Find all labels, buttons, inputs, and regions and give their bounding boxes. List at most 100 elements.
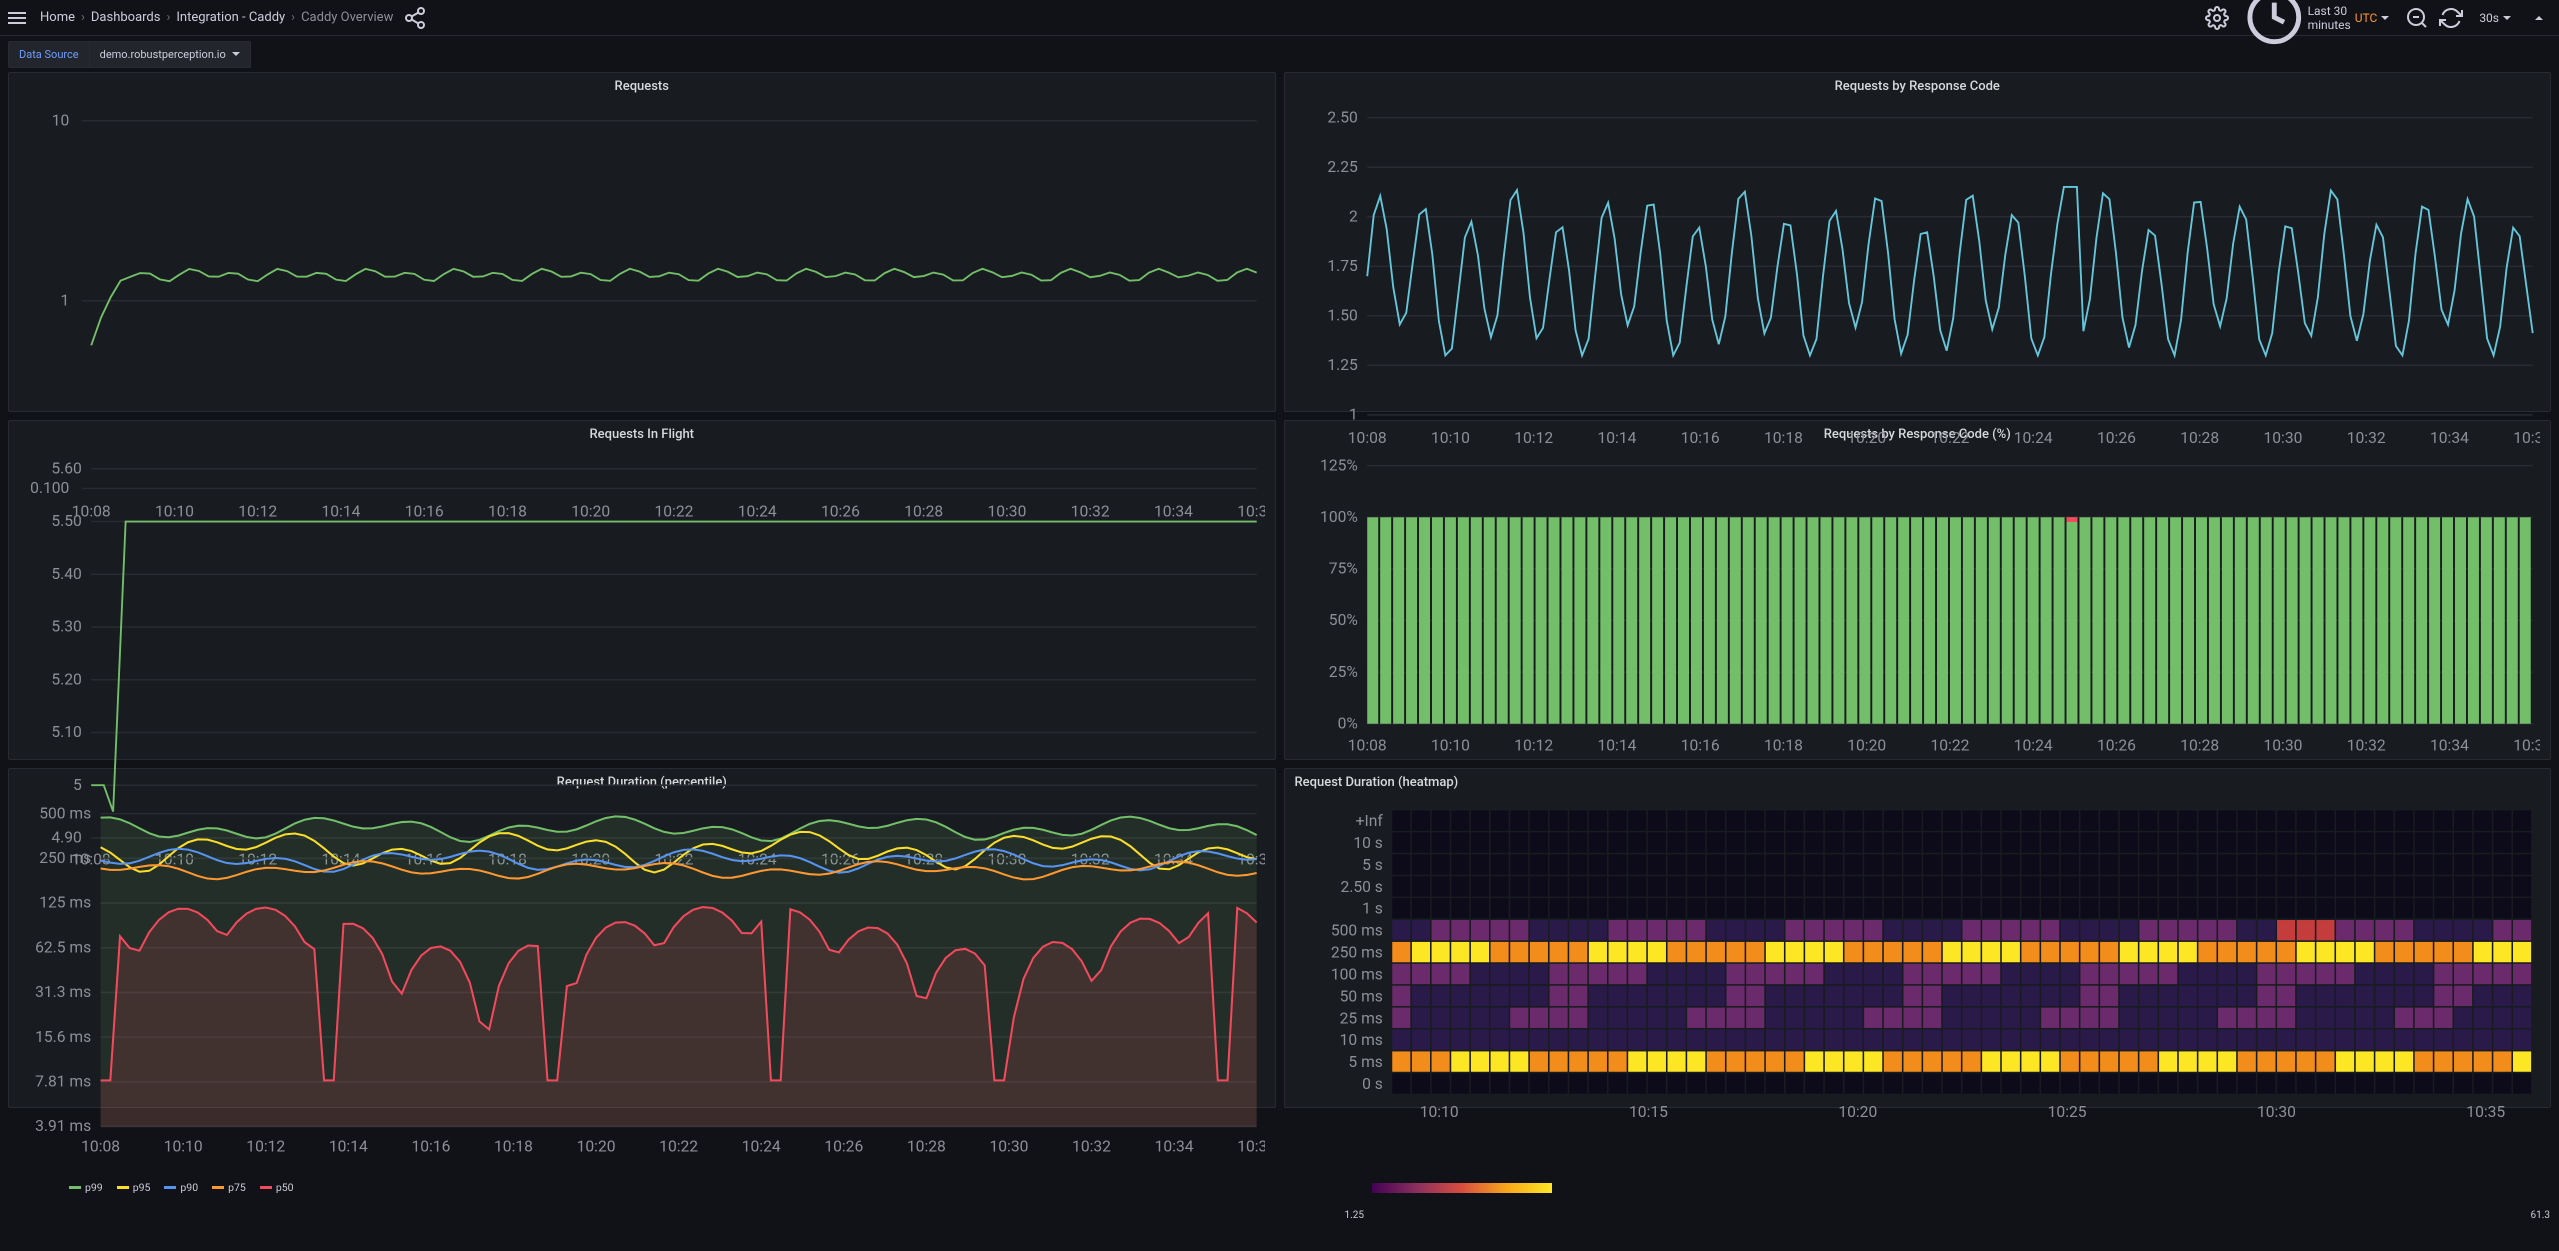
svg-text:10:32: 10:32 [1072,1137,1111,1156]
svg-text:3.91 ms: 3.91 ms [35,1116,91,1135]
variable-bar: Data Source demo.robustperception.io [0,36,2559,72]
breadcrumb-current: Caddy Overview [301,10,393,25]
legend-duration-pct: p99 p95 p90 p75 p50 [9,1177,1275,1200]
svg-text:10:12: 10:12 [246,1137,285,1156]
svg-text:10:28: 10:28 [907,1137,946,1156]
svg-text:10:14: 10:14 [329,1137,368,1156]
svg-text:10: 10 [52,110,70,129]
svg-text:125%: 125% [1320,455,1358,474]
scale-min: 1.25 [1345,1210,1365,1221]
clock-icon [2245,0,2304,47]
svg-text:10:26: 10:26 [2096,735,2135,754]
breadcrumb-sep: › [291,10,295,25]
scale-max: 61.3 [2531,1210,2551,1221]
svg-text:1.50: 1.50 [1327,305,1357,324]
svg-text:7.81 ms: 7.81 ms [35,1072,91,1091]
svg-text:1.25: 1.25 [1327,355,1358,374]
legend-item[interactable]: p50 [260,1181,294,1194]
svg-text:50 ms: 50 ms [1339,986,1382,1005]
datasource-select[interactable]: demo.robustperception.io [90,41,251,68]
variable-label: Data Source [8,41,90,68]
collapse-icon[interactable] [2527,6,2551,30]
svg-text:10:10: 10:10 [1431,428,1470,447]
svg-text:5 s: 5 s [1362,855,1383,874]
svg-text:10:14: 10:14 [1597,428,1636,447]
svg-text:10:20: 10:20 [1838,1102,1877,1121]
settings-icon[interactable] [2205,6,2229,30]
svg-text:250 ms: 250 ms [1330,943,1382,962]
legend-item[interactable]: p95 [117,1181,151,1194]
svg-text:500 ms: 500 ms [1330,921,1382,940]
svg-text:10:16: 10:16 [1680,735,1719,754]
svg-text:10:32: 10:32 [2346,428,2385,447]
svg-text:10:26: 10:26 [2096,428,2135,447]
svg-text:1.75: 1.75 [1327,256,1358,275]
svg-text:10:22: 10:22 [659,1137,698,1156]
svg-text:10:36: 10:36 [2513,735,2540,754]
legend-item[interactable]: p99 [69,1181,103,1194]
svg-text:100%: 100% [1320,507,1358,526]
svg-text:0%: 0% [1337,713,1357,732]
svg-text:10:24: 10:24 [2013,735,2052,754]
svg-text:5.50: 5.50 [51,511,81,530]
refresh-icon[interactable] [2439,6,2463,30]
svg-text:10:10: 10:10 [1431,735,1470,754]
svg-text:5.40: 5.40 [51,564,81,583]
svg-text:10:34: 10:34 [2429,428,2468,447]
breadcrumb: Home › Dashboards › Integration - Caddy … [40,10,393,25]
svg-text:10:22: 10:22 [1930,735,1969,754]
panel-duration-pct[interactable]: Request Duration (percentile) 500 ms250 … [8,768,1276,1108]
svg-text:5.10: 5.10 [51,722,81,741]
panel-req-by-code[interactable]: Requests by Response Code 2.502.2521.751… [1284,72,2552,412]
svg-text:10:12: 10:12 [1514,735,1553,754]
svg-text:10:15: 10:15 [1629,1102,1668,1121]
svg-text:10:35: 10:35 [2466,1102,2505,1121]
breadcrumb-home[interactable]: Home [40,10,75,25]
svg-text:5.60: 5.60 [51,458,81,477]
svg-text:75%: 75% [1328,559,1357,578]
svg-text:62.5 ms: 62.5 ms [35,937,91,956]
svg-text:10:36: 10:36 [1237,1137,1264,1156]
svg-text:10:10: 10:10 [164,1137,203,1156]
svg-text:+Inf: +Inf [1355,811,1383,830]
svg-text:25 ms: 25 ms [1339,1008,1382,1027]
legend-item[interactable]: p75 [212,1181,246,1194]
menu-icon[interactable] [8,6,32,30]
share-icon[interactable] [403,6,427,30]
chart-req-by-code-pct: 125%100%75%50%25%0% 10:0810:1010:1210:14… [1285,446,2551,767]
legend-item[interactable]: p90 [164,1181,198,1194]
svg-text:10 s: 10 s [1353,833,1383,852]
breadcrumb-sep: › [81,10,85,25]
panel-heatmap[interactable]: Request Duration (heatmap) +Inf10 s5 s2.… [1284,768,2552,1108]
refresh-interval-select[interactable]: 30s [2473,7,2517,29]
svg-text:10:34: 10:34 [1155,1137,1194,1156]
zoom-out-icon[interactable] [2405,6,2429,30]
svg-text:1 s: 1 s [1362,899,1383,918]
svg-text:10:18: 10:18 [494,1137,533,1156]
time-picker[interactable]: Last 30 minutes UTC [2239,0,2395,51]
chevron-down-icon [232,52,240,56]
svg-text:100 ms: 100 ms [1330,964,1382,983]
panel-in-flight[interactable]: Requests In Flight 5.605.505.405.305.205… [8,420,1276,760]
svg-text:125 ms: 125 ms [39,893,91,912]
panel-requests[interactable]: Requests 10 1 0.100 10:0810:1010:1210:14… [8,72,1276,412]
panel-req-by-code-pct[interactable]: Requests by Response Code (%) 125%100%75… [1284,420,2552,760]
breadcrumb-folder[interactable]: Integration - Caddy [176,10,285,25]
refresh-interval-label: 30s [2479,11,2499,25]
svg-text:10:12: 10:12 [1514,428,1553,447]
svg-text:10:18: 10:18 [1763,428,1802,447]
svg-text:10:30: 10:30 [2263,735,2302,754]
svg-text:2.50 s: 2.50 s [1340,877,1382,896]
chart-heatmap: +Inf 10 s 5 s 2.50 s 1 s 500 ms 250 ms 100 ms 50… [1285,794,2551,1177]
breadcrumb-dashboards[interactable]: Dashboards [91,10,161,25]
heatmap-scale: 1.25 61.3 [1285,1177,2551,1251]
svg-text:10:30: 10:30 [2263,428,2302,447]
svg-text:10:24: 10:24 [2013,428,2052,447]
datasource-value: demo.robustperception.io [100,48,226,61]
svg-text:25%: 25% [1328,662,1357,681]
svg-text:1: 1 [61,290,70,309]
topbar: Home › Dashboards › Integration - Caddy … [0,0,2559,36]
chart-duration-pct: 500 ms250 ms125 ms62.5 ms31.3 ms15.6 ms7… [9,794,1275,1177]
breadcrumb-sep: › [166,10,170,25]
svg-text:2.50: 2.50 [1327,107,1357,126]
